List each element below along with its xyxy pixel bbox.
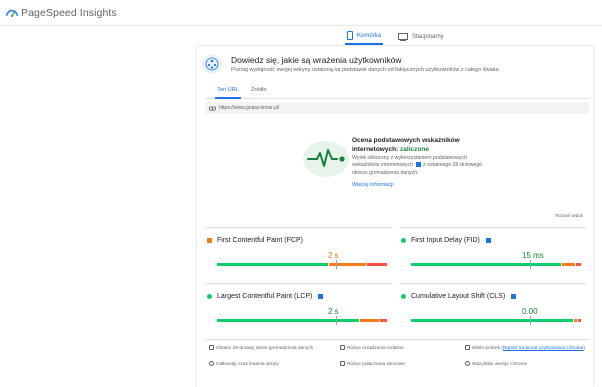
tab-desktop-label: Stacjonarny — [412, 33, 444, 40]
tab-desktop[interactable]: Stacjonarny — [396, 28, 446, 45]
brand-title[interactable]: PageSpeed Insights — [21, 7, 117, 19]
collection-duration: Całkowity czas trwania wizyty — [209, 361, 279, 368]
good-status-icon — [207, 294, 212, 299]
p75-marker — [336, 316, 337, 325]
collection-network-text: Różne połączenia sieciowe — [347, 362, 405, 367]
info-icon[interactable] — [511, 294, 517, 299]
average-segment — [574, 319, 577, 322]
p75-marker — [530, 316, 531, 325]
metric-name: Largest Contentful Paint (LCP) — [217, 293, 313, 300]
collection-chrome: Wszystkie wersje Chrome — [465, 361, 527, 368]
devices-icon — [340, 345, 345, 351]
collection-period: Ostatni 28-dniowy okres gromadzenia dany… — [209, 345, 329, 352]
good-segment — [411, 319, 574, 322]
p75-marker — [336, 260, 337, 269]
users-globe-icon — [202, 54, 222, 74]
clock-icon — [209, 361, 214, 367]
learn-more-link[interactable]: Więcej informacji — [352, 182, 394, 188]
assessment-description: Wynik obliczony z wykorzystaniem podstaw… — [352, 155, 492, 177]
metric-header: First Input Delay (FID) — [401, 237, 492, 244]
metric-cls: Cumulative Layout Shift (CLS) 0.00 — [399, 283, 586, 326]
good-status-icon — [401, 294, 406, 299]
collection-samples-end: ) — [583, 346, 586, 351]
poor-segment — [575, 263, 581, 266]
tab-mobile[interactable]: Komórka — [345, 28, 384, 45]
device-tabs: Komórka Stacjonarny — [0, 28, 602, 46]
chrome-ux-report-link[interactable]: Raport na temat użytkowania Chrome — [503, 346, 584, 351]
average-segment — [329, 263, 366, 266]
poor-segment — [577, 319, 581, 322]
good-segment — [217, 319, 359, 322]
metric-name: Cumulative Layout Shift (CLS) — [411, 293, 506, 300]
metric-lcp: Largest Contentful Paint (LCP) 2 s — [205, 283, 392, 326]
poor-segment — [366, 263, 387, 266]
average-segment — [359, 319, 380, 322]
collection-devices-text: Różne urządzenia mobilne — [347, 346, 404, 351]
metric-divider — [399, 227, 586, 228]
collection-chrome-text: Wszystkie wersje Chrome — [472, 362, 528, 367]
good-segment — [217, 263, 329, 266]
metric-name: First Contentful Paint (FCP) — [217, 237, 303, 244]
metric-divider — [205, 283, 392, 284]
assessment-title: Ocena podstawowych wskaźników internetow… — [352, 136, 502, 154]
link-icon — [209, 105, 216, 111]
people-icon — [465, 345, 470, 351]
assessment-status: zaliczone — [400, 146, 429, 153]
distribution-bar — [411, 260, 581, 269]
collection-period-text: Ostatni 28-dniowy okres gromadzenia dany… — [216, 346, 314, 351]
tab-origin[interactable]: Źródło — [251, 87, 267, 99]
metric-fid: First Input Delay (FID) 15 ms — [399, 227, 586, 270]
distribution-bar — [411, 316, 581, 325]
metric-fcp: First Contentful Paint (FCP) 2 s — [205, 227, 392, 270]
good-segment — [411, 263, 562, 266]
metric-divider — [399, 283, 586, 284]
collection-details: Ostatni 28-dniowy okres gromadzenia dany… — [205, 339, 589, 367]
url-bar: https://www.grupa-tense.pl/ — [205, 102, 589, 114]
chrome-icon — [465, 361, 470, 367]
pulse-passed-icon — [303, 141, 349, 177]
wifi-icon — [340, 361, 345, 367]
metric-divider — [205, 227, 392, 228]
distribution-bar — [217, 316, 387, 325]
collection-network: Różne połączenia sieciowe — [340, 361, 405, 368]
metric-value: 15 ms — [522, 251, 544, 260]
p75-marker — [530, 260, 531, 269]
intro-subtitle: Poznaj wydajność swojej witryny ustaloną… — [231, 67, 501, 73]
scope-tabs: Ten URL Źródło — [205, 84, 589, 99]
pagespeed-logo-icon[interactable] — [5, 6, 19, 20]
tab-this-url[interactable]: Ten URL — [215, 87, 241, 99]
metric-header: Largest Contentful Paint (LCP) — [207, 293, 324, 300]
intro-title: Dowiedz się, jakie są wrażenia użytkowni… — [231, 55, 402, 65]
metric-value: 2 s — [328, 307, 339, 316]
metric-header: Cumulative Layout Shift (CLS) — [401, 293, 517, 300]
metric-header: First Contentful Paint (FCP) — [207, 237, 303, 244]
metric-value: 0.00 — [522, 307, 538, 316]
desktop-icon — [398, 32, 408, 41]
collection-duration-text: Całkowity czas trwania wizyty — [216, 362, 279, 367]
metric-name: First Input Delay (FID) — [411, 237, 480, 244]
collection-samples-text: Wiele próbek ( — [472, 346, 503, 351]
field-data-card: Dowiedz się, jakie są wrażenia użytkowni… — [197, 46, 593, 387]
collection-devices: Różne urządzenia mobilne — [340, 345, 404, 352]
info-icon[interactable] — [485, 238, 491, 243]
phone-icon — [347, 31, 353, 40]
calendar-icon — [209, 345, 214, 351]
average-segment — [562, 263, 575, 266]
metric-value: 2 s — [328, 251, 339, 260]
info-icon[interactable] — [415, 162, 421, 168]
collection-samples: Wiele próbek (Raport na temat użytkowani… — [465, 345, 590, 352]
tab-mobile-label: Komórka — [357, 32, 382, 39]
app-header: PageSpeed Insights — [0, 0, 602, 26]
info-icon[interactable] — [318, 294, 324, 299]
needs-improvement-icon — [207, 238, 212, 243]
expand-view-toggle[interactable]: Rozwiń widok — [555, 213, 583, 218]
distribution-bar — [217, 260, 387, 269]
good-status-icon — [401, 238, 406, 243]
analyzed-url: https://www.grupa-tense.pl/ — [219, 105, 280, 111]
poor-segment — [380, 319, 387, 322]
